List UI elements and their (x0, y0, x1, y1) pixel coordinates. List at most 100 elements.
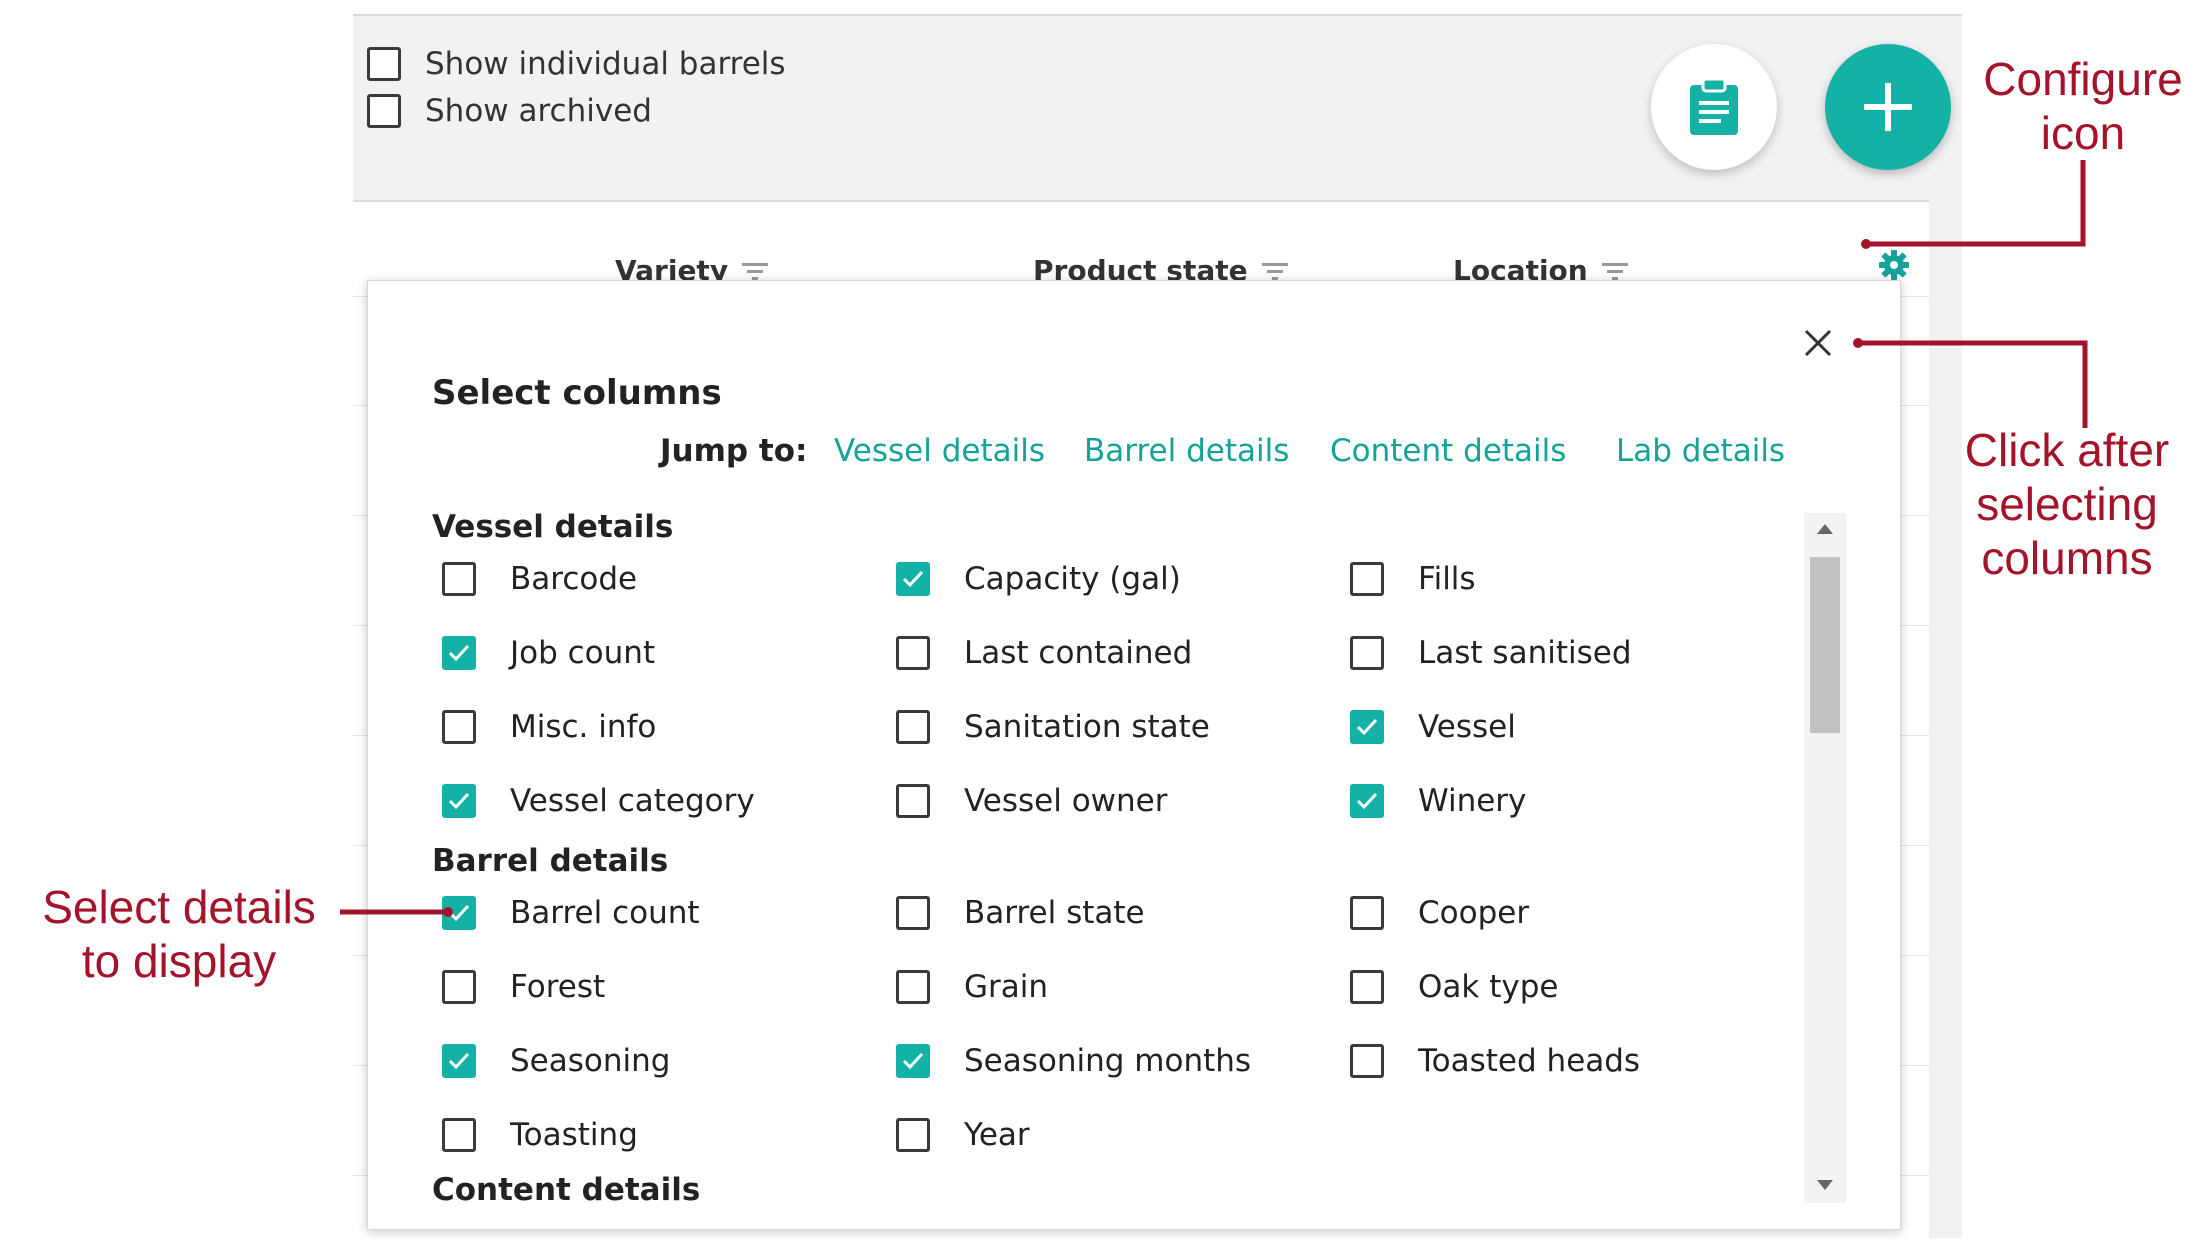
section-title-content-details: Content details (432, 1172, 701, 1208)
scroll-down-icon[interactable] (1816, 1179, 1834, 1191)
columns-scroll-area[interactable]: Vessel details Barrel details Content de… (432, 509, 1782, 1209)
column-option-label: Toasting (510, 1117, 638, 1153)
column-option-toasted-heads[interactable]: Toasted heads (1350, 1039, 1640, 1083)
show-individual-barrels-filter[interactable]: Show individual barrels (367, 43, 786, 85)
app-panel: Show individual barrels Show archived Va… (353, 16, 1962, 1240)
column-option-last-contained[interactable]: Last contained (896, 631, 1192, 675)
grain-checkbox[interactable] (896, 970, 930, 1004)
vessel-category-checkbox[interactable] (442, 784, 476, 818)
misc-info-checkbox[interactable] (442, 710, 476, 744)
column-option-label: Seasoning months (964, 1043, 1252, 1079)
column-option-toasting[interactable]: Toasting (442, 1113, 638, 1157)
capacity-gal-checkbox[interactable] (896, 562, 930, 596)
toasting-checkbox[interactable] (442, 1118, 476, 1152)
barrel-count-checkbox[interactable] (442, 896, 476, 930)
jump-link-barrel-details[interactable]: Barrel details (1084, 433, 1289, 469)
job-count-checkbox[interactable] (442, 636, 476, 670)
barrel-state-checkbox[interactable] (896, 896, 930, 930)
column-option-misc-info[interactable]: Misc. info (442, 705, 656, 749)
annotation-line: selecting (1976, 478, 2158, 530)
column-option-label: Barrel state (964, 895, 1145, 931)
show-individual-barrels-checkbox[interactable] (367, 47, 401, 81)
column-option-sanitation-state[interactable]: Sanitation state (896, 705, 1210, 749)
column-option-label: Barcode (510, 561, 638, 597)
plus-icon (1864, 83, 1912, 131)
column-option-label: Toasted heads (1418, 1043, 1641, 1079)
column-option-fills[interactable]: Fills (1350, 557, 1476, 601)
scroll-up-icon[interactable] (1816, 523, 1834, 535)
sanitation-state-checkbox[interactable] (896, 710, 930, 744)
close-icon[interactable] (1798, 323, 1838, 363)
vessel-owner-checkbox[interactable] (896, 784, 930, 818)
fills-checkbox[interactable] (1350, 562, 1384, 596)
seasoning-checkbox[interactable] (442, 1044, 476, 1078)
column-option-label: Grain (964, 969, 1049, 1005)
annotation-click-after: Click after selecting columns (1942, 423, 2192, 585)
column-option-last-sanitised[interactable]: Last sanitised (1350, 631, 1632, 675)
column-option-oak-type[interactable]: Oak type (1350, 965, 1558, 1009)
gear-icon[interactable] (1877, 248, 1911, 282)
last-contained-checkbox[interactable] (896, 636, 930, 670)
annotation-line: icon (2040, 107, 2126, 159)
show-archived-filter[interactable]: Show archived (367, 90, 652, 132)
column-option-forest[interactable]: Forest (442, 965, 605, 1009)
year-checkbox[interactable] (896, 1118, 930, 1152)
annotation-line: Select details (42, 881, 316, 933)
last-sanitised-checkbox[interactable] (1350, 636, 1384, 670)
add-button[interactable] (1825, 44, 1951, 170)
jump-link-vessel-details[interactable]: Vessel details (834, 433, 1045, 469)
column-option-label: Job count (510, 635, 656, 671)
column-option-label: Sanitation state (964, 709, 1210, 745)
column-option-cooper[interactable]: Cooper (1350, 891, 1529, 935)
seasoning-months-checkbox[interactable] (896, 1044, 930, 1078)
jump-link-lab-details[interactable]: Lab details (1616, 433, 1785, 469)
column-option-vessel-category[interactable]: Vessel category (442, 779, 755, 823)
oak-type-checkbox[interactable] (1350, 970, 1384, 1004)
column-option-label: Seasoning (510, 1043, 671, 1079)
annotation-line: Configure (1983, 53, 2183, 105)
winery-checkbox[interactable] (1350, 784, 1384, 818)
column-option-year[interactable]: Year (896, 1113, 1030, 1157)
column-option-label: Vessel owner (964, 783, 1168, 819)
column-option-capacity-gal[interactable]: Capacity (gal) (896, 557, 1181, 601)
forest-checkbox[interactable] (442, 970, 476, 1004)
vessel-checkbox[interactable] (1350, 710, 1384, 744)
column-option-barrel-count[interactable]: Barrel count (442, 891, 700, 935)
column-option-vessel[interactable]: Vessel (1350, 705, 1516, 749)
annotation-line: columns (1981, 532, 2153, 584)
column-option-label: Last sanitised (1418, 635, 1632, 671)
column-option-barcode[interactable]: Barcode (442, 557, 637, 601)
column-option-barrel-state[interactable]: Barrel state (896, 891, 1145, 935)
column-option-vessel-owner[interactable]: Vessel owner (896, 779, 1168, 823)
section-title-vessel-details: Vessel details (432, 509, 674, 545)
cooper-checkbox[interactable] (1350, 896, 1384, 930)
column-option-seasoning[interactable]: Seasoning (442, 1039, 670, 1083)
toasted-heads-checkbox[interactable] (1350, 1044, 1384, 1078)
show-archived-checkbox[interactable] (367, 94, 401, 128)
column-option-seasoning-months[interactable]: Seasoning months (896, 1039, 1251, 1083)
dialog-title: Select columns (432, 373, 722, 413)
scrollbar-thumb[interactable] (1810, 557, 1840, 733)
column-option-label: Vessel category (510, 783, 755, 819)
filter-icon[interactable] (1261, 261, 1288, 281)
scrollbar[interactable] (1804, 513, 1846, 1203)
barcode-checkbox[interactable] (442, 562, 476, 596)
annotation-configure-icon: Configure icon (1968, 52, 2198, 160)
column-option-label: Oak type (1418, 969, 1559, 1005)
column-option-label: Capacity (gal) (964, 561, 1181, 597)
column-option-label: Vessel (1418, 709, 1516, 745)
column-option-job-count[interactable]: Job count (442, 631, 655, 675)
filter-icon[interactable] (742, 261, 769, 281)
filter-icon[interactable] (1601, 261, 1628, 281)
column-option-label: Misc. info (510, 709, 657, 745)
clipboard-button[interactable] (1651, 44, 1777, 170)
jump-link-content-details[interactable]: Content details (1330, 433, 1566, 469)
select-columns-dialog: Select columns Jump to: Vessel details B… (367, 280, 1901, 1230)
column-option-label: Winery (1418, 783, 1527, 819)
jump-to-label: Jump to: (660, 433, 808, 469)
column-option-label: Last contained (964, 635, 1193, 671)
column-option-grain[interactable]: Grain (896, 965, 1048, 1009)
column-option-winery[interactable]: Winery (1350, 779, 1526, 823)
section-title-barrel-details: Barrel details (432, 843, 669, 879)
column-option-label: Cooper (1418, 895, 1530, 931)
